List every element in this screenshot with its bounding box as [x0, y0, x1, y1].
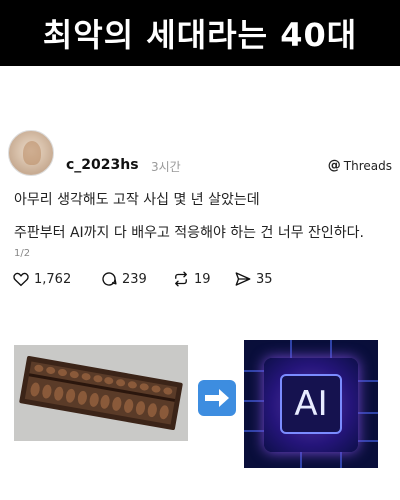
avatar[interactable]	[8, 130, 54, 176]
username[interactable]: c_2023hs	[66, 157, 139, 173]
action-bar: 1,762 239 19 35	[12, 270, 392, 296]
post-timestamp: 3시간	[151, 160, 181, 174]
heart-icon	[13, 272, 29, 287]
post-header: c_2023hs 3시간 @ Threads	[8, 130, 392, 182]
post-line-2: 주판부터 AI까지 다 배우고 적응해야 하는 건 너무 잔인하다.	[14, 225, 364, 241]
ai-chip: AI	[280, 374, 342, 434]
right-arrow-emoji	[198, 380, 236, 416]
repost-icon	[175, 271, 187, 287]
right-arrow-icon	[205, 389, 229, 407]
share-count: 35	[256, 271, 273, 287]
comment-button[interactable]: 239	[100, 270, 147, 288]
like-button[interactable]: 1,762	[12, 270, 71, 288]
abacus-image	[14, 345, 188, 441]
repost-button[interactable]: 19	[172, 270, 211, 288]
share-button[interactable]: 35	[234, 270, 273, 288]
title-banner: 최악의 세대라는 40대	[0, 0, 400, 66]
comment-icon	[102, 272, 117, 286]
ai-chip-image: AI	[244, 340, 378, 468]
ai-chip-label: AI	[294, 384, 328, 424]
threads-logo-icon: @	[327, 158, 341, 173]
share-icon	[235, 272, 251, 286]
like-count: 1,762	[34, 271, 72, 287]
banner-title: 최악의 세대라는 40대	[42, 16, 358, 54]
repost-count: 19	[194, 271, 211, 287]
page-indicator: 1/2	[14, 248, 31, 259]
threads-logo-label: Threads	[343, 158, 392, 173]
post-body: 아무리 생각해도 고작 사십 몇 년 살았는데 주판부터 AI까지 다 배우고 …	[14, 190, 386, 243]
comment-count: 239	[122, 271, 147, 287]
post-line-1: 아무리 생각해도 고작 사십 몇 년 살았는데	[14, 192, 260, 208]
threads-logo: @ Threads	[328, 158, 392, 173]
